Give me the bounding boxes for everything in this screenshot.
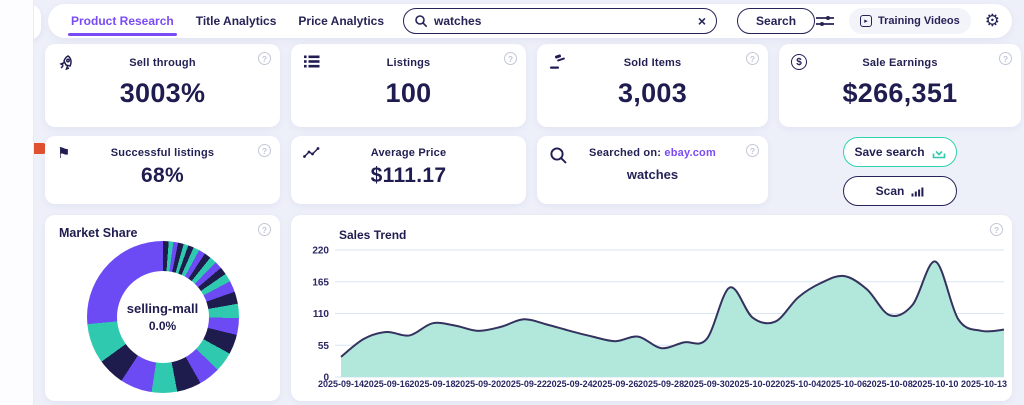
tab-title-analytics[interactable]: Title Analytics	[185, 14, 288, 28]
svg-text:2025-10-02: 2025-10-02	[729, 379, 775, 389]
svg-text:2025-10-08: 2025-10-08	[867, 379, 913, 389]
svg-text:2025-09-18: 2025-09-18	[409, 379, 455, 389]
svg-text:2025-10-04: 2025-10-04	[775, 379, 821, 389]
help-icon[interactable]: ?	[999, 52, 1012, 65]
search-icon	[414, 14, 428, 28]
donut-center: selling-mall 0.0%	[117, 271, 209, 363]
svg-text:2025-10-13: 2025-10-13	[961, 379, 1007, 389]
market-share-card: Market Share ? selling-mall 0.0%	[45, 215, 280, 401]
svg-text:2025-09-22: 2025-09-22	[501, 379, 547, 389]
help-icon[interactable]: ?	[258, 223, 271, 236]
svg-text:2025-09-24: 2025-09-24	[547, 379, 593, 389]
search-button[interactable]: Search	[737, 8, 815, 34]
donut-center-label: selling-mall	[127, 301, 199, 316]
svg-text:2025-10-10: 2025-10-10	[912, 379, 958, 389]
training-videos-label: Training Videos	[878, 15, 960, 27]
search-icon	[549, 146, 568, 165]
market-share-donut[interactable]: selling-mall 0.0%	[87, 241, 239, 393]
tab-price-analytics[interactable]: Price Analytics	[287, 14, 395, 28]
sidebar	[0, 0, 34, 405]
stat-value: $266,351	[779, 78, 1021, 109]
signal-bars-icon	[911, 185, 924, 197]
help-icon[interactable]: ?	[258, 52, 271, 65]
help-icon[interactable]: ?	[746, 144, 759, 157]
stat-card-sale-earnings: $ Sale Earnings ? $266,351	[779, 44, 1021, 127]
settings-gear-icon[interactable]: ⚙	[985, 11, 1000, 31]
stat-title: Successful listings	[45, 136, 280, 159]
sales-trend-title: Sales Trend	[339, 228, 406, 242]
scan-label: Scan	[876, 184, 905, 198]
stat-card-sell-through: Sell through ? 3003%	[45, 44, 280, 127]
sales-trend-chart[interactable]: 0551101652202025-09-142025-09-162025-09-…	[291, 215, 1012, 401]
stat-title: Sell through	[45, 44, 280, 69]
market-share-title: Market Share	[59, 226, 138, 240]
search-input[interactable]	[434, 14, 692, 28]
stat-card-successful-listings: ⚑ Successful listings ? 68%	[45, 136, 280, 204]
stat-title: Average Price	[291, 136, 526, 159]
stat-value: 68%	[45, 164, 280, 188]
svg-text:2025-09-28: 2025-09-28	[638, 379, 684, 389]
topbar: Product Research Title Analytics Price A…	[48, 4, 1012, 38]
stat-card-listings: Listings ? 100	[291, 44, 526, 127]
stat-card-sold-items: Sold Items ? 3,003	[537, 44, 768, 127]
svg-text:2025-10-06: 2025-10-06	[821, 379, 867, 389]
svg-text:2025-09-26: 2025-09-26	[592, 379, 638, 389]
donut-center-value: 0.0%	[149, 319, 176, 333]
svg-text:2025-09-30: 2025-09-30	[684, 379, 730, 389]
ebay-site-link[interactable]: ebay.com	[664, 147, 716, 159]
stat-card-average-price: Average Price $111.17	[291, 136, 526, 204]
filter-sliders-icon[interactable]	[815, 13, 835, 29]
svg-text:2025-09-14: 2025-09-14	[318, 379, 364, 389]
stat-title: Listings	[291, 44, 526, 69]
svg-text:55: 55	[318, 341, 330, 352]
searched-on-prefix: Searched on:	[589, 147, 661, 159]
stats-row-2: ⚑ Successful listings ? 68% Average Pric…	[45, 136, 1012, 206]
help-icon[interactable]: ?	[746, 52, 759, 65]
rocket-icon	[57, 54, 75, 72]
sales-trend-card: 0551101652202025-09-142025-09-162025-09-…	[291, 215, 1012, 401]
clear-search-icon[interactable]: ×	[698, 13, 706, 29]
training-videos-button[interactable]: ▸ Training Videos	[849, 8, 971, 34]
searched-term: watches	[537, 167, 768, 182]
scan-button[interactable]: Scan	[843, 176, 957, 206]
svg-text:165: 165	[312, 277, 329, 288]
play-icon: ▸	[860, 15, 872, 27]
help-icon[interactable]: ?	[990, 223, 1003, 236]
save-search-label: Save search	[854, 145, 924, 159]
list-icon	[303, 54, 320, 69]
gavel-icon	[549, 54, 567, 70]
help-icon[interactable]: ?	[504, 52, 517, 65]
stats-row-1: Sell through ? 3003% Listings ? 100 Sold…	[45, 44, 1012, 127]
searched-on-line: Searched on: ebay.com	[537, 136, 768, 159]
stat-title: Sale Earnings	[779, 44, 1021, 69]
actions-column: Save search Scan	[779, 136, 1021, 206]
stat-value: 3003%	[45, 78, 280, 109]
svg-text:220: 220	[312, 246, 329, 257]
svg-text:2025-09-16: 2025-09-16	[364, 379, 410, 389]
flag-icon: ⚑	[57, 146, 70, 161]
stat-value: 3,003	[537, 78, 768, 109]
help-icon[interactable]: ?	[258, 144, 271, 157]
dollar-circle-icon: $	[791, 54, 807, 70]
charts-row: Market Share ? selling-mall 0.0% 0551101…	[45, 215, 1012, 401]
stat-value: 100	[291, 78, 526, 109]
save-icon	[932, 146, 946, 159]
svg-text:2025-09-20: 2025-09-20	[455, 379, 501, 389]
stat-title: Sold Items	[537, 44, 768, 69]
stat-value: $111.17	[291, 164, 526, 188]
trend-icon	[303, 146, 320, 159]
svg-text:110: 110	[313, 309, 330, 320]
save-search-button[interactable]: Save search	[843, 137, 957, 167]
main-content: Sell through ? 3003% Listings ? 100 Sold…	[45, 44, 1012, 401]
stat-card-searched-on: Searched on: ebay.com ? watches	[537, 136, 768, 204]
tab-product-research[interactable]: Product Research	[60, 14, 185, 28]
search-bar[interactable]: ×	[403, 8, 717, 34]
